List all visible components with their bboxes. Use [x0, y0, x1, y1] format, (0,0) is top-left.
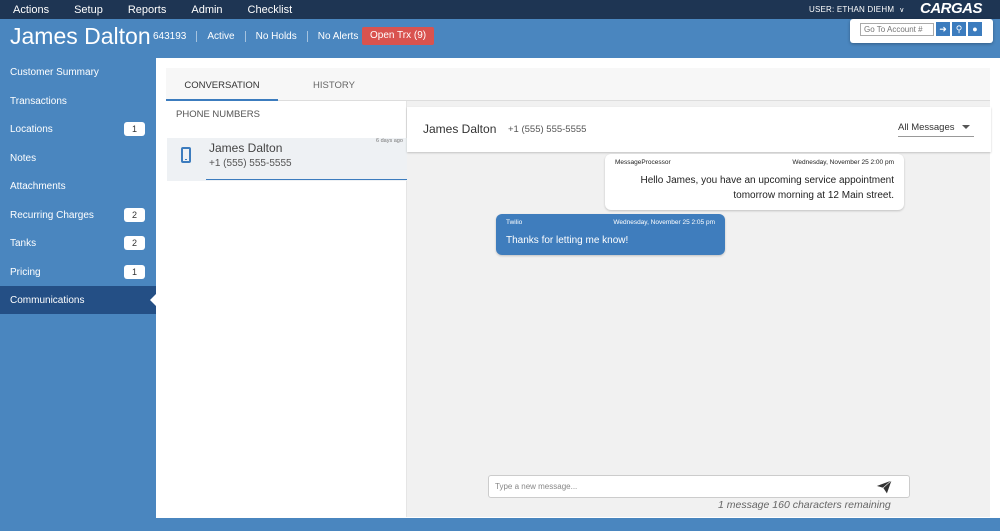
user-menu[interactable]: USER: ETHAN DIEHM ∨ [809, 5, 905, 14]
sidebar-item-label: Customer Summary [10, 67, 99, 78]
count-badge: 2 [124, 208, 145, 222]
sidebar-item-tanks[interactable]: Tanks 2 [0, 229, 156, 257]
contact-number: +1 (555) 555-5555 [209, 158, 292, 169]
count-badge: 1 [124, 122, 145, 136]
tab-conversation[interactable]: CONVERSATION [166, 68, 278, 101]
message-bubble-outgoing: Twilio Wednesday, November 25 2:05 pm Th… [496, 214, 725, 255]
message-time: Wednesday, November 25 2:00 pm [792, 159, 894, 166]
conversation-contact-name: James Dalton [423, 122, 497, 136]
sidebar-item-transactions[interactable]: Transactions [0, 87, 156, 115]
user-icon[interactable]: ● [968, 22, 982, 36]
menu-checklist[interactable]: Checklist [235, 0, 305, 19]
conversation-contact-number: +1 (555) 555-5555 [508, 124, 587, 135]
chevron-down-icon [962, 125, 970, 129]
tab-bar: CONVERSATION HISTORY [166, 68, 990, 101]
sidebar-item-label: Notes [10, 153, 37, 164]
tab-history[interactable]: HISTORY [278, 68, 390, 101]
conversation-header: James Dalton +1 (555) 555-5555 All Messa… [407, 107, 991, 152]
conversation-panel: James Dalton +1 (555) 555-5555 All Messa… [407, 101, 991, 517]
sidebar-item-communications[interactable]: Communications [0, 286, 156, 314]
arrow-right-icon[interactable]: ➜ [936, 22, 950, 36]
menu-actions[interactable]: Actions [0, 0, 61, 19]
phone-numbers-header: PHONE NUMBERS [176, 109, 260, 120]
page-title: James Dalton [10, 23, 151, 49]
goto-account-input[interactable] [860, 23, 934, 36]
open-trx-button[interactable]: Open Trx (9) [362, 27, 435, 45]
message-text: Thanks for letting me know! [506, 235, 629, 246]
main-panel: CONVERSATION HISTORY PHONE NUMBERS James… [156, 58, 1000, 518]
user-label: USER: ETHAN DIEHM [809, 5, 895, 14]
sidebar-item-pricing[interactable]: Pricing 1 [0, 258, 156, 286]
sidebar-item-attachments[interactable]: Attachments [0, 172, 156, 200]
message-filter-select[interactable]: All Messages [898, 119, 974, 137]
sidebar: Customer Summary Transactions Locations 1… [0, 58, 156, 531]
menu-reports[interactable]: Reports [115, 0, 179, 19]
goto-account-widget: ➜ ⚲ ● [850, 19, 993, 43]
characters-remaining: 1 message 160 characters remaining [718, 499, 891, 511]
last-activity: 6 days ago [376, 138, 403, 144]
count-badge: 2 [124, 236, 145, 250]
sidebar-item-label: Attachments [10, 181, 66, 192]
account-meta: 643193 Active No Holds No Alerts [153, 31, 368, 42]
menu-admin[interactable]: Admin [178, 0, 234, 19]
message-filter-value: All Messages [898, 122, 955, 133]
contact-name: James Dalton [209, 141, 283, 155]
send-icon[interactable] [876, 480, 892, 494]
sidebar-item-label: Pricing [10, 267, 41, 278]
selected-underline [206, 179, 408, 180]
alerts-label: No Alerts [317, 31, 359, 42]
sidebar-item-label: Transactions [10, 96, 67, 107]
sidebar-item-label: Communications [10, 295, 85, 306]
sidebar-item-label: Recurring Charges [10, 210, 94, 221]
chevron-down-icon: ∨ [899, 7, 905, 14]
message-sender: MessageProcessor [615, 159, 671, 166]
sidebar-item-label: Locations [10, 124, 53, 135]
phone-list-item[interactable]: James Dalton +1 (555) 555-5555 6 days ag… [167, 138, 408, 181]
sidebar-item-locations[interactable]: Locations 1 [0, 115, 156, 143]
status-badge: Active [197, 31, 246, 42]
count-badge: 1 [124, 265, 145, 279]
message-bubble-incoming: MessageProcessor Wednesday, November 25 … [605, 154, 904, 210]
sidebar-item-label: Tanks [10, 238, 37, 249]
mobile-phone-icon [181, 147, 191, 163]
sidebar-item-customer-summary[interactable]: Customer Summary [0, 58, 156, 86]
sidebar-item-notes[interactable]: Notes [0, 144, 156, 172]
search-icon[interactable]: ⚲ [952, 22, 966, 36]
compose-box: Type a new message... [488, 475, 910, 498]
phone-numbers-panel: PHONE NUMBERS James Dalton +1 (555) 555-… [166, 101, 408, 517]
message-time: Wednesday, November 25 2:05 pm [613, 219, 715, 226]
account-number: 643193 [153, 31, 198, 42]
menu-setup[interactable]: Setup [61, 0, 115, 19]
logo: CARGAS [920, 0, 983, 17]
message-input[interactable]: Type a new message... [495, 482, 577, 491]
top-menu-bar: Actions Setup Reports Admin Checklist US… [0, 0, 1000, 19]
sidebar-item-recurring-charges[interactable]: Recurring Charges 2 [0, 201, 156, 229]
message-text: Hello James, you have an upcoming servic… [640, 175, 894, 201]
message-sender: Twilio [506, 219, 523, 226]
holds-label: No Holds [246, 31, 308, 42]
